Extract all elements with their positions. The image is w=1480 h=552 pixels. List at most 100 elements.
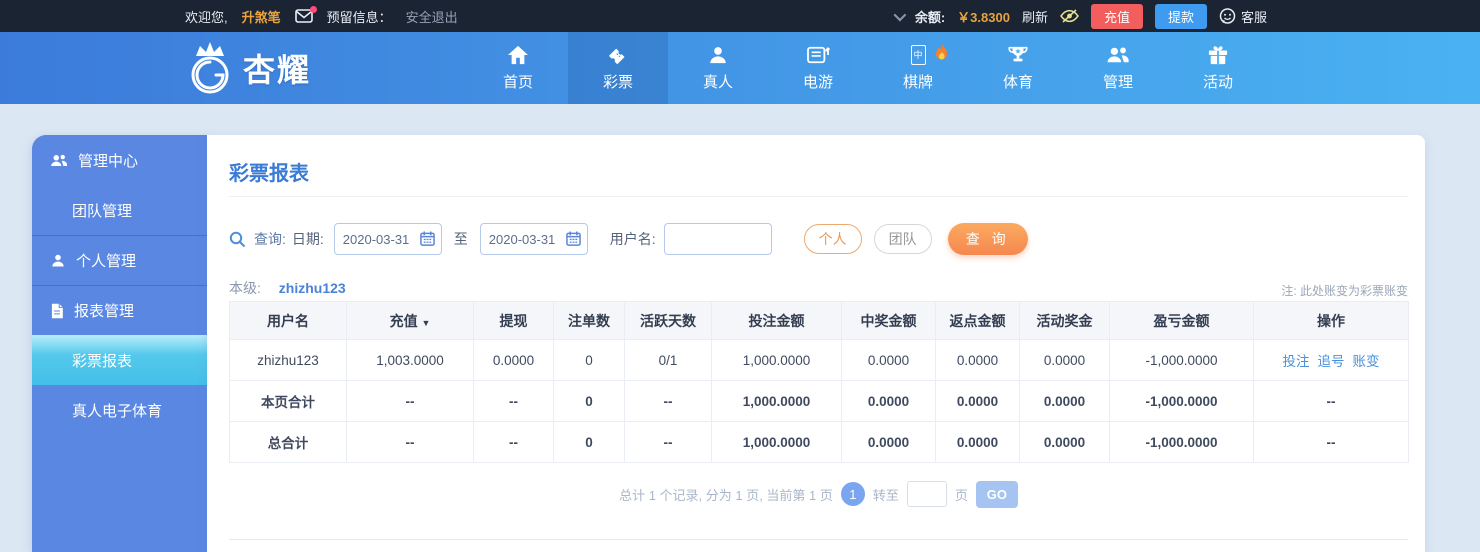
slot-machine-icon xyxy=(806,45,830,65)
pagination: 总计 1 个记录, 分为 1 页, 当前第 1 页 1 转至 页 GO xyxy=(229,480,1408,508)
cell-win-amount: 0.0000 xyxy=(841,339,936,381)
cell-recharge: -- xyxy=(346,380,474,422)
nav-label: 棋牌 xyxy=(902,73,933,91)
nav-label: 电游 xyxy=(802,73,833,91)
sidebar-item-label: 个人管理 xyxy=(76,253,137,270)
query-label: 查询: xyxy=(254,231,286,247)
balance-label: 余额: xyxy=(914,9,946,25)
calendar-icon[interactable] xyxy=(419,231,435,246)
table-row-grand-total: 总合计 -- -- 0 -- 1,000.0000 0.0000 0.0000 … xyxy=(229,421,1409,463)
cell-operations: 投注 追号 账变 xyxy=(1253,339,1409,381)
go-button[interactable]: GO xyxy=(975,480,1018,508)
cell-withdraw: 0.0000 xyxy=(473,339,554,381)
cell-active-days: 0/1 xyxy=(624,339,712,381)
sidebar-item-team-manage[interactable]: 团队管理 xyxy=(32,185,207,235)
username-input[interactable] xyxy=(663,223,772,255)
table-header-row: 用户名 充值 ▼ 提现 注单数 活跃天数 投注金额 中奖金额 返点金额 活动奖金… xyxy=(229,301,1409,340)
customer-service[interactable]: 客服 xyxy=(1219,7,1267,26)
level-user[interactable]: zhizhu123 xyxy=(279,280,346,296)
cell-operations: -- xyxy=(1253,421,1409,463)
logout-link[interactable]: 安全退出 xyxy=(406,7,458,26)
withdraw-button[interactable]: 提款 xyxy=(1154,3,1207,29)
document-icon xyxy=(50,303,64,319)
page-number-button[interactable]: 1 xyxy=(840,482,865,506)
search-button[interactable]: 查 询 xyxy=(947,223,1028,255)
col-active-days: 活跃天数 xyxy=(624,301,712,340)
sidebar-item-personal-manage[interactable]: 个人管理 xyxy=(32,235,207,285)
cell-rebate: 0.0000 xyxy=(935,380,1020,422)
nav-item-activity[interactable]: 活动 xyxy=(1168,32,1268,104)
chevron-down-icon[interactable] xyxy=(893,8,907,21)
cell-bet-amount: 1,000.0000 xyxy=(711,421,842,463)
nav-item-chess[interactable]: 中 棋牌 xyxy=(868,32,968,104)
goto-page-input[interactable] xyxy=(906,481,947,507)
col-win-amount: 中奖金额 xyxy=(841,301,936,340)
hot-flame-icon xyxy=(934,44,950,62)
cell-bonus: 0.0000 xyxy=(1019,339,1110,381)
col-rebate-amount: 返点金额 xyxy=(935,301,1020,340)
team-button[interactable]: 团队 xyxy=(873,224,932,254)
sidebar-item-live-esports[interactable]: 真人电子体育 xyxy=(32,385,207,435)
nav-label: 活动 xyxy=(1202,73,1233,91)
cell-rebate: 0.0000 xyxy=(935,339,1020,381)
sidebar-item-label: 彩票报表 xyxy=(72,352,133,370)
cell-bet-count: 0 xyxy=(553,339,625,381)
sidebar-item-report-manage[interactable]: 报表管理 xyxy=(32,285,207,335)
nav-items: 首页 彩票 真人 电游 中 棋牌 体育 管理 活动 xyxy=(468,32,1268,104)
col-activity-bonus: 活动奖金 xyxy=(1019,301,1110,340)
trophy-icon xyxy=(1007,45,1029,65)
home-icon xyxy=(507,45,529,65)
mail-icon[interactable] xyxy=(294,6,317,23)
nav-item-home[interactable]: 首页 xyxy=(468,32,568,104)
cell-profit-loss: -1,000.0000 xyxy=(1109,380,1254,422)
goto-label: 转至 xyxy=(872,487,899,503)
personal-button[interactable]: 个人 xyxy=(803,224,862,254)
users-icon xyxy=(1106,45,1130,65)
refresh-button[interactable]: 刷新 xyxy=(1022,7,1048,26)
sidebar-item-label: 管理中心 xyxy=(78,152,139,170)
users-icon xyxy=(50,153,68,168)
cell-withdraw: -- xyxy=(473,380,554,422)
nav-item-live[interactable]: 真人 xyxy=(668,32,768,104)
nav-item-egames[interactable]: 电游 xyxy=(768,32,868,104)
sidebar-item-manage-center[interactable]: 管理中心 xyxy=(32,135,207,185)
recharge-button[interactable]: 充值 xyxy=(1090,3,1143,29)
main-nav: 杏耀 首页 彩票 真人 电游 中 棋牌 体育 管理 活动 xyxy=(0,32,1480,104)
sidebar-item-label: 团队管理 xyxy=(72,202,133,220)
nav-label: 真人 xyxy=(702,73,733,91)
pagination-summary: 总计 1 个记录, 分为 1 页, 当前第 1 页 xyxy=(619,487,833,503)
user-icon xyxy=(50,253,66,268)
nav-item-lottery[interactable]: 彩票 xyxy=(568,32,668,104)
brand-logo[interactable]: 杏耀 xyxy=(183,40,311,96)
to-label: 至 xyxy=(453,231,468,247)
welcome-label: 欢迎您, xyxy=(185,9,228,25)
report-table: 用户名 充值 ▼ 提现 注单数 活跃天数 投注金额 中奖金额 返点金额 活动奖金… xyxy=(229,301,1409,463)
sidebar: 管理中心 团队管理 个人管理 报表管理 彩票报表 真人电子体育 xyxy=(32,135,207,552)
cell-bet-amount: 1,000.0000 xyxy=(711,339,842,381)
col-withdraw: 提现 xyxy=(473,301,554,340)
level-label: 本级: xyxy=(229,280,261,296)
username-label: 用户名: xyxy=(609,231,656,247)
sidebar-item-lottery-report[interactable]: 彩票报表 xyxy=(32,335,207,385)
gift-icon xyxy=(1207,45,1229,65)
account-change-link[interactable]: 账变 xyxy=(1353,354,1380,369)
person-icon xyxy=(707,45,729,65)
search-icon xyxy=(229,231,246,248)
calendar-icon[interactable] xyxy=(565,231,581,246)
username: 升煞笔 xyxy=(241,9,281,25)
eye-off-icon[interactable] xyxy=(1060,9,1079,23)
nav-item-sports[interactable]: 体育 xyxy=(968,32,1068,104)
cell-operations: -- xyxy=(1253,380,1409,422)
account-note: 注: 此处账变为彩票账变 xyxy=(1281,284,1408,298)
nav-item-manage[interactable]: 管理 xyxy=(1068,32,1168,104)
sort-desc-icon: ▼ xyxy=(421,317,431,328)
nav-label: 首页 xyxy=(502,73,533,91)
bet-link[interactable]: 投注 xyxy=(1283,354,1310,369)
cell-username: 总合计 xyxy=(229,421,347,463)
col-username: 用户名 xyxy=(229,301,347,340)
cell-win-amount: 0.0000 xyxy=(841,380,936,422)
date-label: 日期: xyxy=(291,231,324,247)
chase-link[interactable]: 追号 xyxy=(1318,354,1345,369)
topbar-left: 欢迎您, 升煞笔 预留信息： 安全退出 xyxy=(185,6,458,26)
col-recharge-sort[interactable]: 充值 ▼ xyxy=(346,301,474,340)
